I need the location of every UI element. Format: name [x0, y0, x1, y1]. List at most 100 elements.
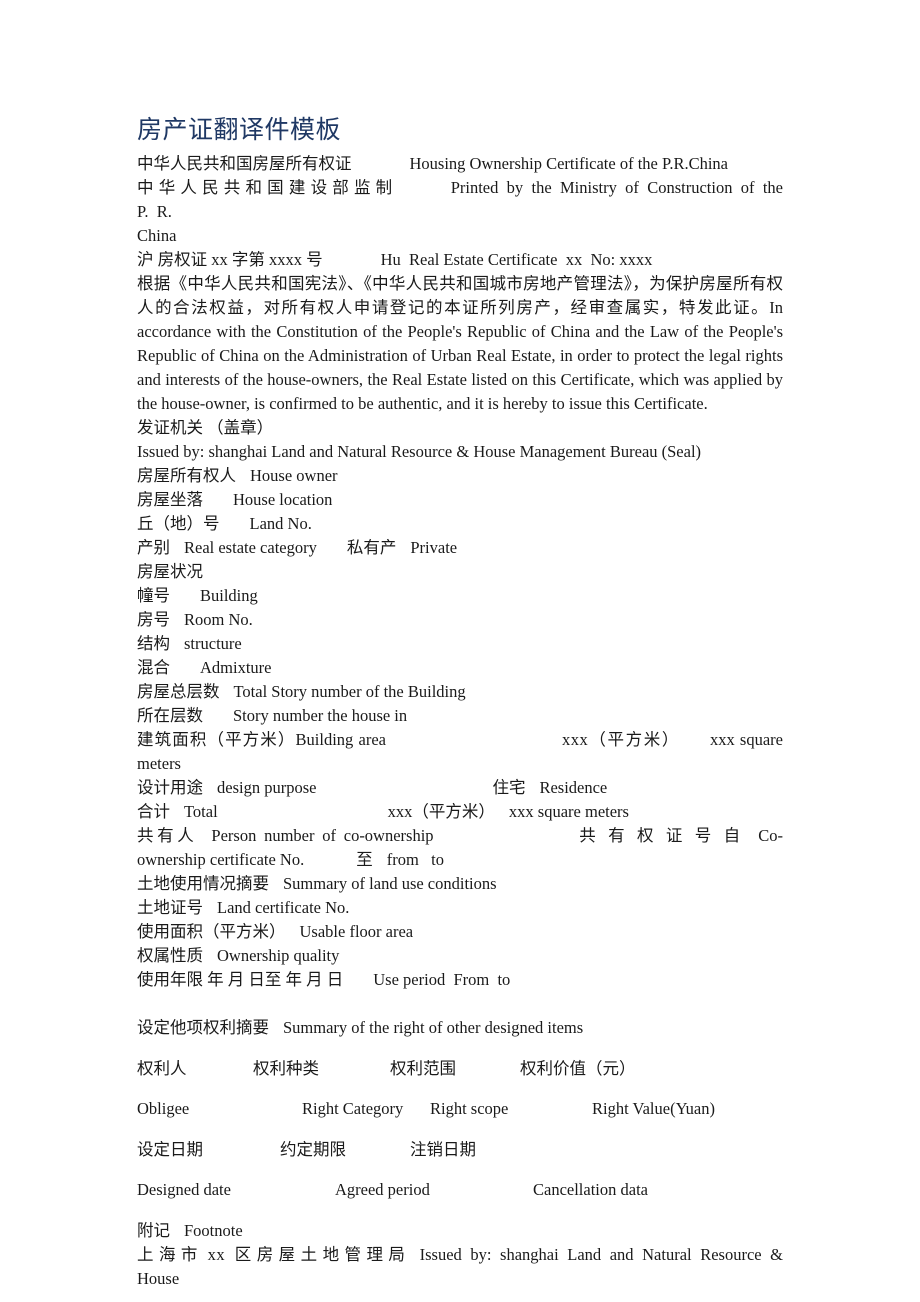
- footnote-label-en: Footnote: [184, 1220, 243, 1240]
- field-label-cn: 共有人: [137, 826, 198, 845]
- printed-by-line: 中 华 人 民 共 和 国 建 设 部 监 制 Printed by the Mi…: [137, 176, 783, 224]
- footnote-label-cn: 附记: [137, 1220, 170, 1240]
- field-label-cn: 使用年限 年 月 日至 年 月 日: [137, 970, 344, 989]
- field-label-en: Total: [184, 802, 218, 821]
- field-label-en: Real estate category: [184, 538, 317, 557]
- rights-date-en-agreed: Agreed period: [335, 1180, 430, 1199]
- rights-header-row-cn: 权利人 权利种类 权利范围 权利价值（元）: [137, 1057, 783, 1081]
- field-admixture: 混合 Admixture: [137, 656, 783, 680]
- footer-bureau-line: 上 海 市 xx 区 房 屋 土 地 管 理 局 Issued by: shang…: [137, 1243, 783, 1291]
- field-ownership-quality: 权属性质 Ownership quality: [137, 944, 783, 968]
- field-house-location: 房屋坐落 House location: [137, 488, 783, 512]
- field-label-en: House location: [233, 490, 333, 509]
- certificate-name-line: 中华人民共和国房屋所有权证 Housing Ownership Certifica…: [137, 152, 783, 176]
- footer-bureau-cn: 上 海 市 xx 区 房 屋 土 地 管 理 局: [137, 1244, 406, 1264]
- rights-date-cn-cancellation: 注销日期: [410, 1139, 476, 1159]
- field-label-cn: 结构: [137, 634, 170, 653]
- rights-dates-row-cn: 设定日期 约定期限 注销日期: [137, 1138, 783, 1162]
- field-land-no: 丘（地）号 Land No.: [137, 512, 783, 536]
- field-label-cn: 使用面积（平方米）: [137, 922, 286, 941]
- field-value-cn: xxx（平方米）: [387, 802, 495, 821]
- rights-header-cn-scope: 权利范围: [390, 1058, 456, 1078]
- field-total-story-number: 房屋总层数 Total Story number of the Building: [137, 680, 783, 704]
- field-label-cn: 幢号: [137, 586, 170, 605]
- issuer-label-cn: 发证机关 （盖章）: [137, 418, 274, 437]
- rights-header-row-en: Obligee Right Category Right scope Right Va…: [137, 1097, 783, 1121]
- field-label-cn: 房屋坐落: [137, 490, 203, 509]
- field-label-en: House owner: [250, 466, 338, 485]
- certificate-number-line: 沪 房权证 xx 字第 xxxx 号 Hu Real Estate Certifi…: [137, 248, 783, 272]
- rights-header-cn-obligee: 权利人: [137, 1058, 187, 1078]
- field-label-en: design purpose: [217, 778, 317, 797]
- field-label-cn: 所在层数: [137, 706, 203, 725]
- field-label-en: Story number the house in: [233, 706, 408, 725]
- rights-header-en-value: Right Value(Yuan): [592, 1099, 715, 1118]
- field-from-en: from to: [386, 850, 445, 869]
- certificate-number-en: Hu Real Estate Certificate xx No: xxxx: [380, 250, 653, 269]
- field-label-cn: 房屋所有权人: [137, 466, 236, 485]
- field-from-cn: 至: [356, 850, 373, 869]
- issuer-label-en: Issued by: shanghai Land and Natural Res…: [137, 442, 702, 461]
- rights-header-en-obligee: Obligee: [137, 1099, 190, 1118]
- field-usable-floor-area: 使用面积（平方米） Usable floor area: [137, 920, 783, 944]
- field-value-cn: 住宅: [492, 778, 526, 797]
- rights-header-cn-category: 权利种类: [253, 1058, 319, 1078]
- field-real-estate-category: 产别 Real estate category 私有产 Private: [137, 536, 783, 560]
- field-land-use-summary: 土地使用情况摘要 Summary of land use conditions: [137, 872, 783, 896]
- page-title: 房产证翻译件模板: [137, 116, 342, 144]
- field-building-area: 建筑面积（平方米）Building area xxx（平方米） xxx square…: [137, 728, 783, 776]
- field-label-cn: 设定他项权利摘要: [137, 1018, 269, 1037]
- field-room-no: 房号 Room No.: [137, 608, 783, 632]
- field-label-cn: 权属性质: [137, 946, 203, 965]
- field-label-cn: 设计用途: [137, 778, 203, 797]
- field-design-purpose: 设计用途 design purpose 住宅 Residence: [137, 776, 783, 800]
- field-value-en: Residence: [539, 778, 608, 797]
- field-value-en: xxx square meters: [508, 802, 629, 821]
- field-label-cn: 土地使用情况摘要: [137, 874, 269, 893]
- field-label-cn: 混合: [137, 658, 170, 677]
- field-label-en: Summary of the right of other designed i…: [283, 1018, 584, 1037]
- rights-dates-row-en: Designed date Agreed period Cancellation d…: [137, 1178, 783, 1202]
- field-label-en: Land certificate No.: [217, 898, 350, 917]
- rights-header-en-scope: Right scope: [430, 1099, 509, 1118]
- field-total-area: 合计 Total xxx（平方米） xxx square meters: [137, 800, 783, 824]
- rights-date-cn-designed: 设定日期: [137, 1139, 203, 1159]
- document-page: 房产证翻译件模板 中华人民共和国房屋所有权证 Housing Ownership …: [0, 0, 920, 1302]
- field-label-cn: 房号: [137, 610, 170, 629]
- field-label-en: Room No.: [184, 610, 253, 629]
- field-label-en: Land No.: [249, 514, 312, 533]
- certificate-number-cn: 沪 房权证 xx 字第 xxxx 号: [137, 250, 323, 269]
- field-structure: 结构 structure: [137, 632, 783, 656]
- field-value-cn: 私有产: [346, 538, 397, 557]
- preamble-cn: 根据《中华人民共和国宪法》、《中华人民共和国城市房地产管理法》，为保护房屋所有权…: [137, 274, 783, 317]
- field-coownership-cert-cn: 共 有 权 证 号 自: [575, 826, 745, 845]
- printed-by-cn: 中 华 人 民 共 和 国 建 设 部 监 制: [137, 178, 393, 197]
- field-label-en: Ownership quality: [217, 946, 340, 965]
- field-label-en: Summary of land use conditions: [283, 874, 497, 893]
- certificate-name-en: Housing Ownership Certificate of the P.R…: [409, 154, 729, 173]
- field-land-certificate-no: 土地证号 Land certificate No.: [137, 896, 783, 920]
- preamble-paragraph: 根据《中华人民共和国宪法》、《中华人民共和国城市房地产管理法》，为保护房屋所有权…: [137, 272, 783, 416]
- field-label-cn: 产别: [137, 538, 170, 557]
- field-house-owner: 房屋所有权人 House owner: [137, 464, 783, 488]
- field-label-en: Total Story number of the Building: [233, 682, 466, 701]
- rights-date-en-cancellation: Cancellation data: [533, 1180, 648, 1199]
- field-label-en: Admixture: [200, 658, 272, 677]
- field-label-en: Person number of co-ownership: [211, 826, 434, 845]
- field-value-cn: xxx（平方米）: [562, 730, 680, 749]
- field-use-period: 使用年限 年 月 日至 年 月 日 Use period From to: [137, 968, 783, 992]
- field-other-rights-summary: 设定他项权利摘要 Summary of the right of other de…: [137, 1016, 783, 1040]
- field-building: 幢号 Building: [137, 584, 783, 608]
- field-house-condition: 房屋状况: [137, 562, 203, 581]
- field-label-en: Use period From to: [373, 970, 511, 989]
- field-label-cn: 建筑面积（平方米）: [137, 730, 296, 749]
- field-story-number-house-in: 所在层数 Story number the house in: [137, 704, 783, 728]
- field-label-en: Building area: [295, 730, 386, 749]
- document-body: 房产证翻译件模板 中华人民共和国房屋所有权证 Housing Ownership …: [137, 114, 783, 1291]
- field-label-en: structure: [184, 634, 242, 653]
- rights-date-en-designed: Designed date: [137, 1180, 231, 1199]
- rights-header-cn-value: 权利价值（元）: [520, 1058, 636, 1078]
- field-footnote: 附记 Footnote: [137, 1219, 783, 1243]
- field-label-cn: 丘（地）号: [137, 514, 220, 533]
